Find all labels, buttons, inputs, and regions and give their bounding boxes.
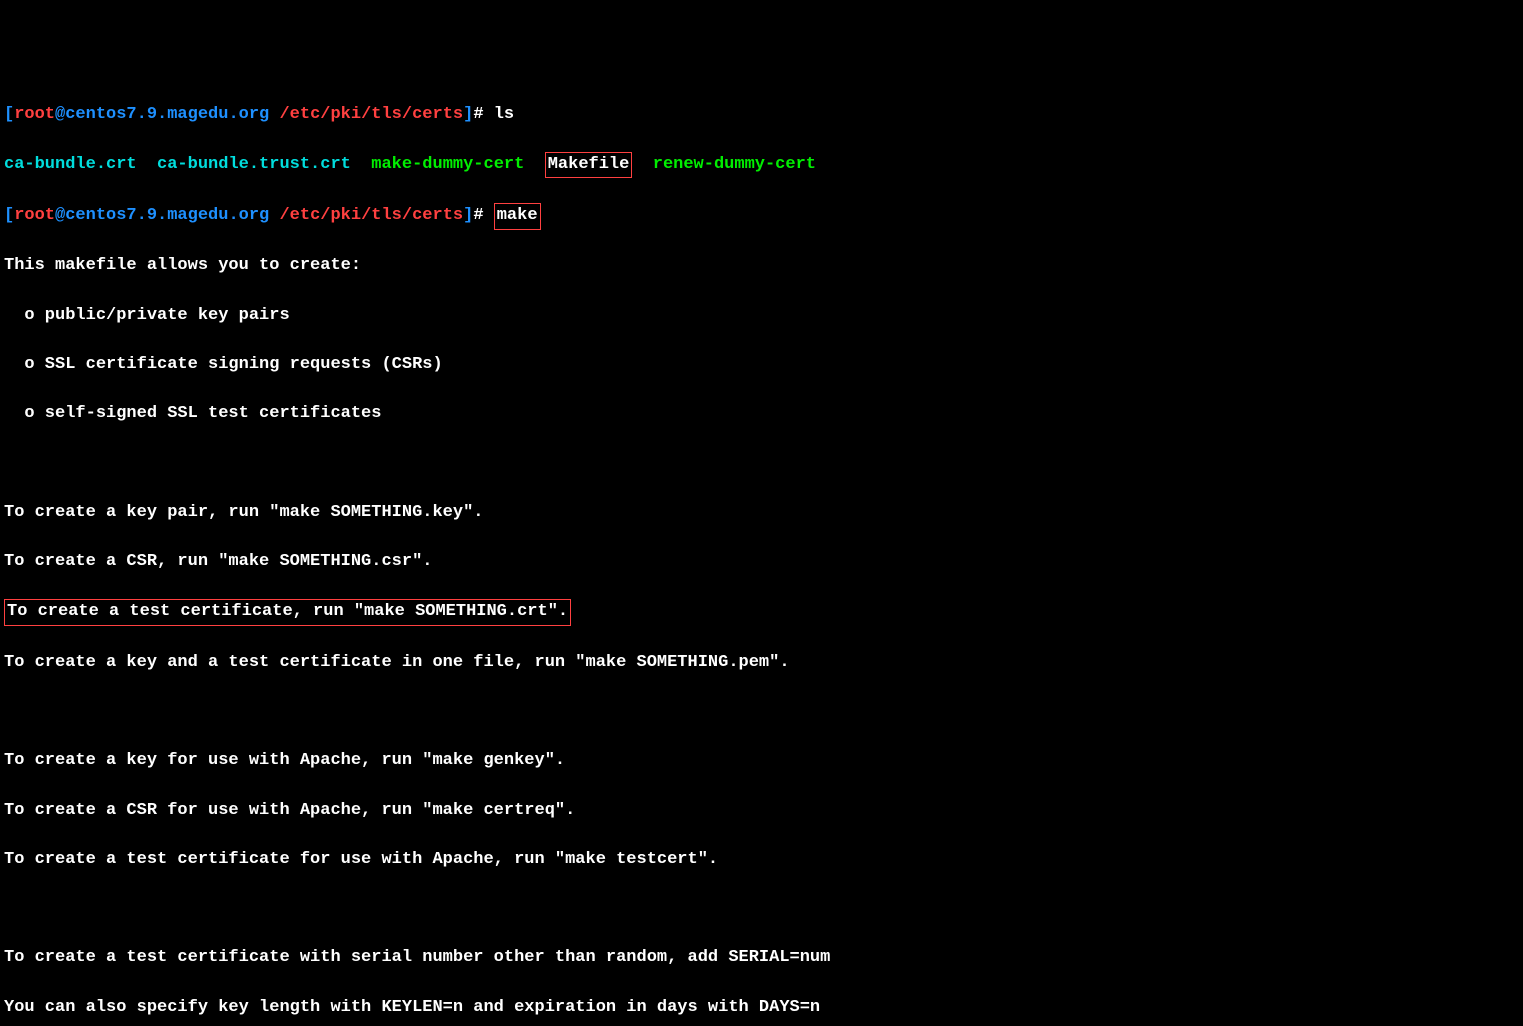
highlight-makefile: Makefile	[545, 152, 633, 179]
file-renew-dummy-cert: renew-dummy-cert	[653, 155, 816, 174]
terminal-line-prompt1: [root@centos7.9.magedu.org /etc/pki/tls/…	[4, 103, 1519, 128]
space	[524, 155, 544, 174]
space	[632, 155, 652, 174]
space	[137, 155, 157, 174]
hash: #	[473, 206, 493, 225]
output-line: To create a test certificate with serial…	[4, 946, 1519, 971]
at-sign: @	[55, 206, 65, 225]
prompt-user: root	[14, 105, 55, 124]
output-line: o SSL certificate signing requests (CSRs…	[4, 353, 1519, 378]
output-line-highlight: To create a test certificate, run "make …	[4, 599, 1519, 626]
output-line: To create a CSR for use with Apache, run…	[4, 799, 1519, 824]
prompt-user: root	[14, 206, 55, 225]
bracket: ]	[463, 206, 473, 225]
prompt-path: /etc/pki/tls/certs	[279, 105, 463, 124]
highlight-crt-line: To create a test certificate, run "make …	[4, 599, 571, 626]
space	[351, 155, 371, 174]
bracket: [	[4, 206, 14, 225]
at-sign: @	[55, 105, 65, 124]
file-make-dummy-cert: make-dummy-cert	[371, 155, 524, 174]
prompt-host: centos7.9.magedu.org	[65, 105, 269, 124]
output-line: To create a CSR, run "make SOMETHING.csr…	[4, 550, 1519, 575]
prompt-path: /etc/pki/tls/certs	[279, 206, 463, 225]
output-line: o self-signed SSL test certificates	[4, 402, 1519, 427]
space	[269, 105, 279, 124]
output-line: To create a key for use with Apache, run…	[4, 749, 1519, 774]
prompt-host: centos7.9.magedu.org	[65, 206, 269, 225]
output-line: To create a key and a test certificate i…	[4, 651, 1519, 676]
hash: #	[473, 105, 493, 124]
highlight-make: make	[494, 203, 541, 230]
output-line: To create a key pair, run "make SOMETHIN…	[4, 501, 1519, 526]
file-ca-bundle-trust: ca-bundle.trust.crt	[157, 155, 351, 174]
terminal-line-ls-output: ca-bundle.crt ca-bundle.trust.crt make-d…	[4, 152, 1519, 179]
file-makefile: Makefile	[548, 155, 630, 174]
space	[269, 206, 279, 225]
output-line-blank	[4, 700, 1519, 725]
output-line: You can also specify key length with KEY…	[4, 996, 1519, 1021]
command-make[interactable]: make	[497, 206, 538, 225]
bracket: ]	[463, 105, 473, 124]
bracket: [	[4, 105, 14, 124]
output-line-blank	[4, 452, 1519, 477]
output-line: This makefile allows you to create:	[4, 254, 1519, 279]
output-line-blank	[4, 897, 1519, 922]
file-ca-bundle: ca-bundle.crt	[4, 155, 137, 174]
command-ls[interactable]: ls	[494, 105, 514, 124]
output-line: o public/private key pairs	[4, 304, 1519, 329]
terminal-line-prompt2: [root@centos7.9.magedu.org /etc/pki/tls/…	[4, 203, 1519, 230]
output-line: To create a test certificate for use wit…	[4, 848, 1519, 873]
